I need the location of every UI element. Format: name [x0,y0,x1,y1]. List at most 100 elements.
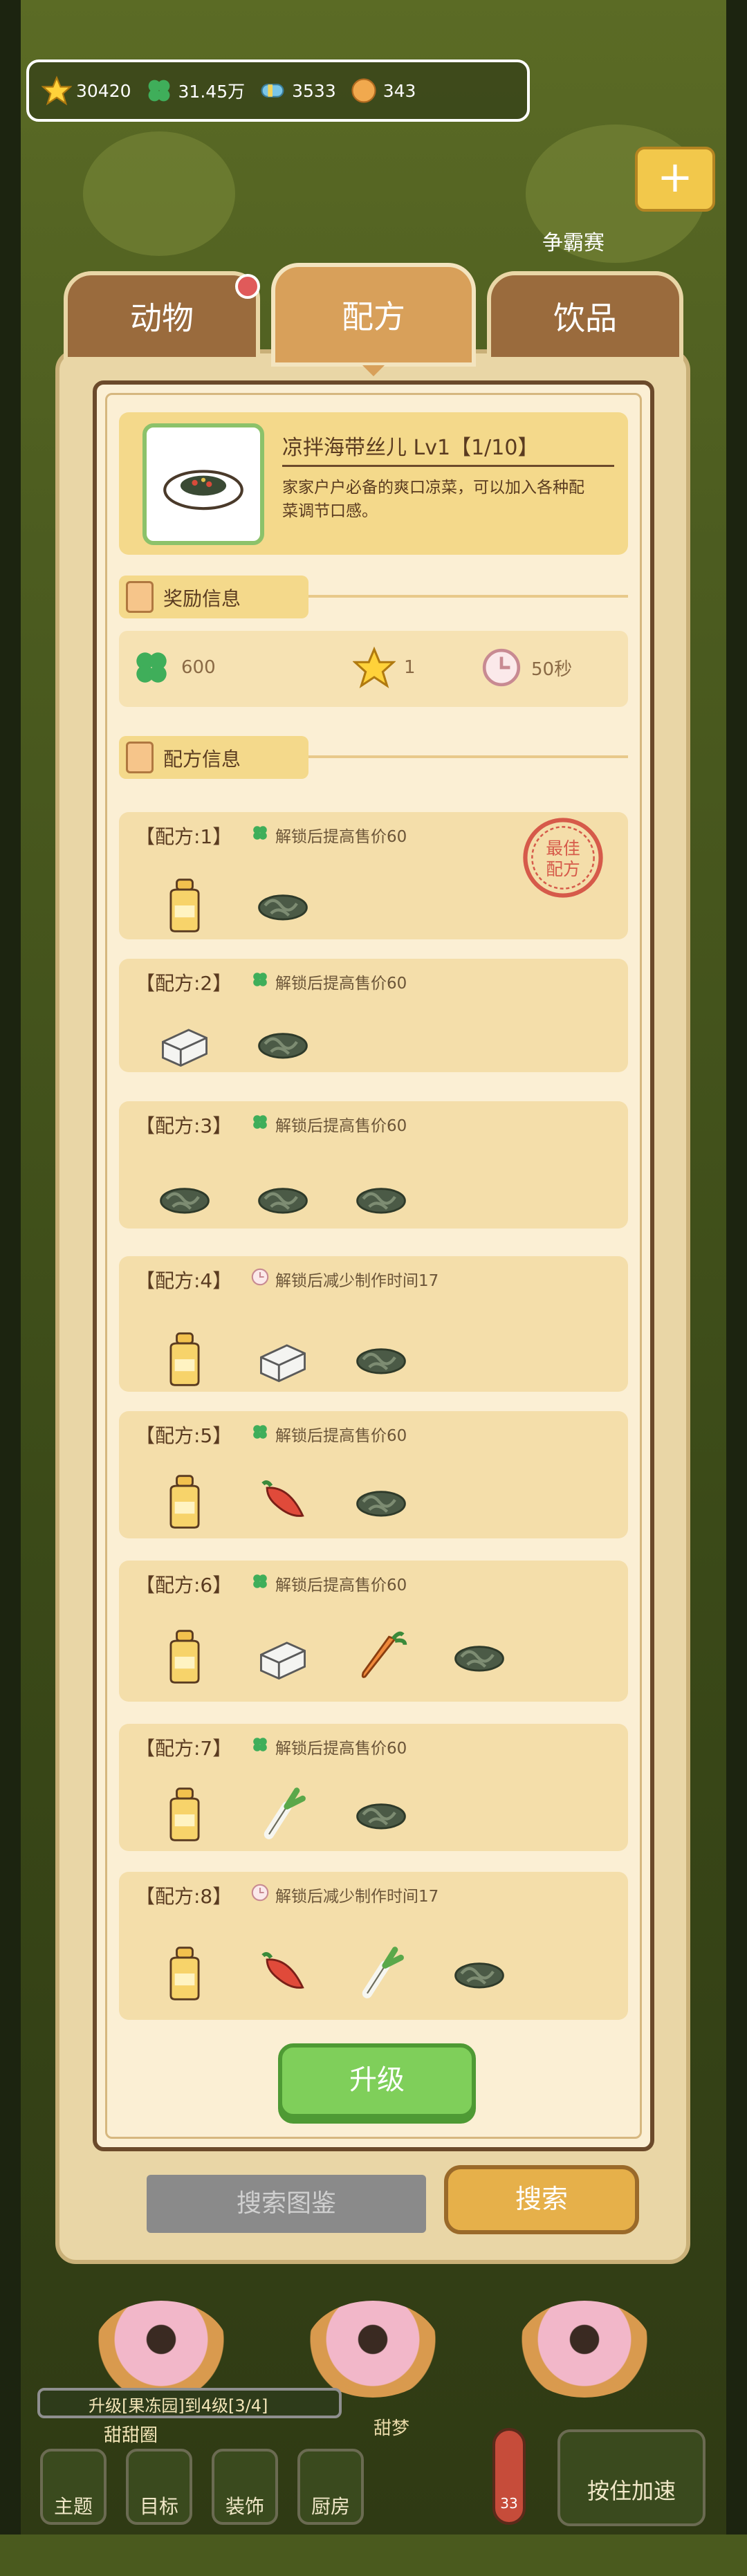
recipe-title: 【配方:7】 [136,1737,232,1760]
recipe-effect-text: 解锁后减少制作时间17 [275,1888,439,1906]
hold-to-speed-button[interactable]: 按住加速 [557,2429,706,2526]
recipe-effect: 解锁后提高售价60 [250,823,407,847]
reward-info: 600 1 50秒 [119,631,628,707]
recipe-card[interactable]: 【配方:1】 解锁后提高售价60 最佳 配方 [119,812,628,939]
recipe-effect-text: 解锁后提高售价60 [275,1117,407,1135]
search-button[interactable]: 搜索 [444,2165,639,2234]
recipe-effect: 解锁后提高售价60 [250,1735,407,1758]
donut-decoration [306,2301,440,2398]
active-tab-indicator [362,365,385,376]
recipe-title: 【配方:8】 [136,1885,232,1908]
recipe-card[interactable]: 【配方:8】 解锁后减少制作时间17 [119,1872,628,2020]
scallion-icon [351,1944,411,2006]
nav-kitchen-button[interactable]: 厨房 [297,2449,364,2525]
tab-animals[interactable]: 动物 [64,271,260,361]
clover-icon [136,652,167,683]
stars-value: 30420 [76,80,131,101]
seaweed-icon [450,1944,509,2006]
clover-counter: 31.45万 [144,75,245,106]
candy-counter: 3533 [257,75,336,106]
seaweed-icon [351,1169,411,1231]
recipe-title: 【配方:4】 [136,1269,232,1292]
tofu-icon [253,1330,313,1392]
seaweed-icon [351,1785,411,1847]
ingredient-row [155,876,313,938]
clover-icon [250,823,270,847]
carrot-icon [351,1627,411,1689]
reward-star: 1 [353,646,416,689]
ingredient-row [155,1627,509,1689]
title-divider [282,465,614,467]
clover-icon [250,970,270,993]
stars-counter: 30420 [42,75,131,106]
recipe-effect-text: 解锁后提高售价60 [275,1740,407,1758]
recipe-effect-text: 解锁后提高售价60 [275,1576,407,1594]
donut-decoration [517,2301,652,2398]
ingredient-row [155,1785,411,1847]
recipe-section-header: 配方信息 [119,736,628,779]
recipe-title: 【配方:3】 [136,1114,232,1137]
ingredient-row [155,1944,509,2006]
seaweed-icon [155,1169,214,1231]
tab-recipes[interactable]: 配方 [271,263,476,367]
seaweed-icon [351,1330,411,1392]
upgrade-button[interactable]: 升级 [278,2043,476,2118]
level-task-bar[interactable]: 升级[果冻园]到4级[3/4] [37,2388,342,2418]
recipe-effect-text: 解锁后提高售价60 [275,828,407,846]
reward-section-label: 奖励信息 [163,587,241,610]
reward-time-value: 50秒 [531,659,573,680]
tofu-icon [155,1014,214,1076]
seaweed-icon [253,876,313,938]
reward-section-header: 奖励信息 [119,576,628,618]
recipe-effect-text: 解锁后提高售价60 [275,975,407,993]
star-icon [353,646,396,689]
best-recipe-stamp: 最佳 配方 [520,815,606,901]
recipe-section-label: 配方信息 [163,748,241,771]
recipe-card[interactable]: 【配方:3】 解锁后提高售价60 [119,1101,628,1229]
star-icon [42,75,72,106]
seaweed-icon [450,1627,509,1689]
clipboard-icon [126,742,154,773]
recipe-title: 【配方:5】 [136,1424,232,1447]
recipe-effect: 解锁后提高售价60 [250,1572,407,1595]
left-edge [0,0,21,2534]
stamp-text-top: 最佳 [546,838,580,858]
recipe-card[interactable]: 【配方:5】 解锁后提高售价60 [119,1411,628,1538]
dish-thumbnail [142,423,264,545]
search-input[interactable]: 搜索图鉴 [147,2175,426,2233]
chili-icon [253,1944,313,2006]
nav-decor-button[interactable]: 装饰 [212,2449,278,2525]
recipe-card[interactable]: 【配方:4】 解锁后减少制作时间17 [119,1256,628,1392]
ingredient-row [155,1472,411,1534]
nav-theme-button[interactable]: 主题 [40,2449,107,2525]
nav-goal-button[interactable]: 目标 [126,2449,192,2525]
recipe-card[interactable]: 【配方:2】 解锁后提高售价60 [119,959,628,1072]
clock-icon [250,1883,270,1906]
clover-icon [250,1422,270,1446]
stamp-text-bottom: 配方 [546,859,580,879]
tab-drinks[interactable]: 饮品 [487,271,683,361]
recipe-card[interactable]: 【配方:7】 解锁后提高售价60 [119,1724,628,1851]
donut-decoration [94,2301,228,2398]
add-button[interactable]: + [635,147,715,212]
coin-value: 343 [382,80,416,101]
clover-icon [250,1112,270,1136]
seaweed-icon [253,1169,313,1231]
recipe-content[interactable]: 凉拌海带丝儿 Lv1【1/10】 家家户户必备的爽口凉菜，可以加入各种配菜调节口… [93,380,654,2151]
recipe-card[interactable]: 【配方:6】 解锁后提高售价60 [119,1561,628,1702]
bg-blob [83,131,235,256]
recipe-effect: 解锁后减少制作时间17 [250,1883,439,1906]
currency-bar: 30420 31.45万 3533 343 [26,59,530,122]
clock-icon [250,1267,270,1291]
oil-bottle-icon [155,1785,214,1847]
right-edge [726,0,747,2534]
contest-label[interactable]: 争霸赛 [542,226,605,256]
oil-bottle-icon [155,1472,214,1534]
dish-header: 凉拌海带丝儿 Lv1【1/10】 家家户户必备的爽口凉菜，可以加入各种配菜调节口… [119,412,628,555]
reward-clover: 600 [130,646,216,689]
oil-bottle-icon [155,1944,214,2006]
scallion-icon [253,1785,313,1847]
clipboard-icon [126,581,154,613]
clock-icon [482,648,521,687]
section-divider [308,595,628,598]
